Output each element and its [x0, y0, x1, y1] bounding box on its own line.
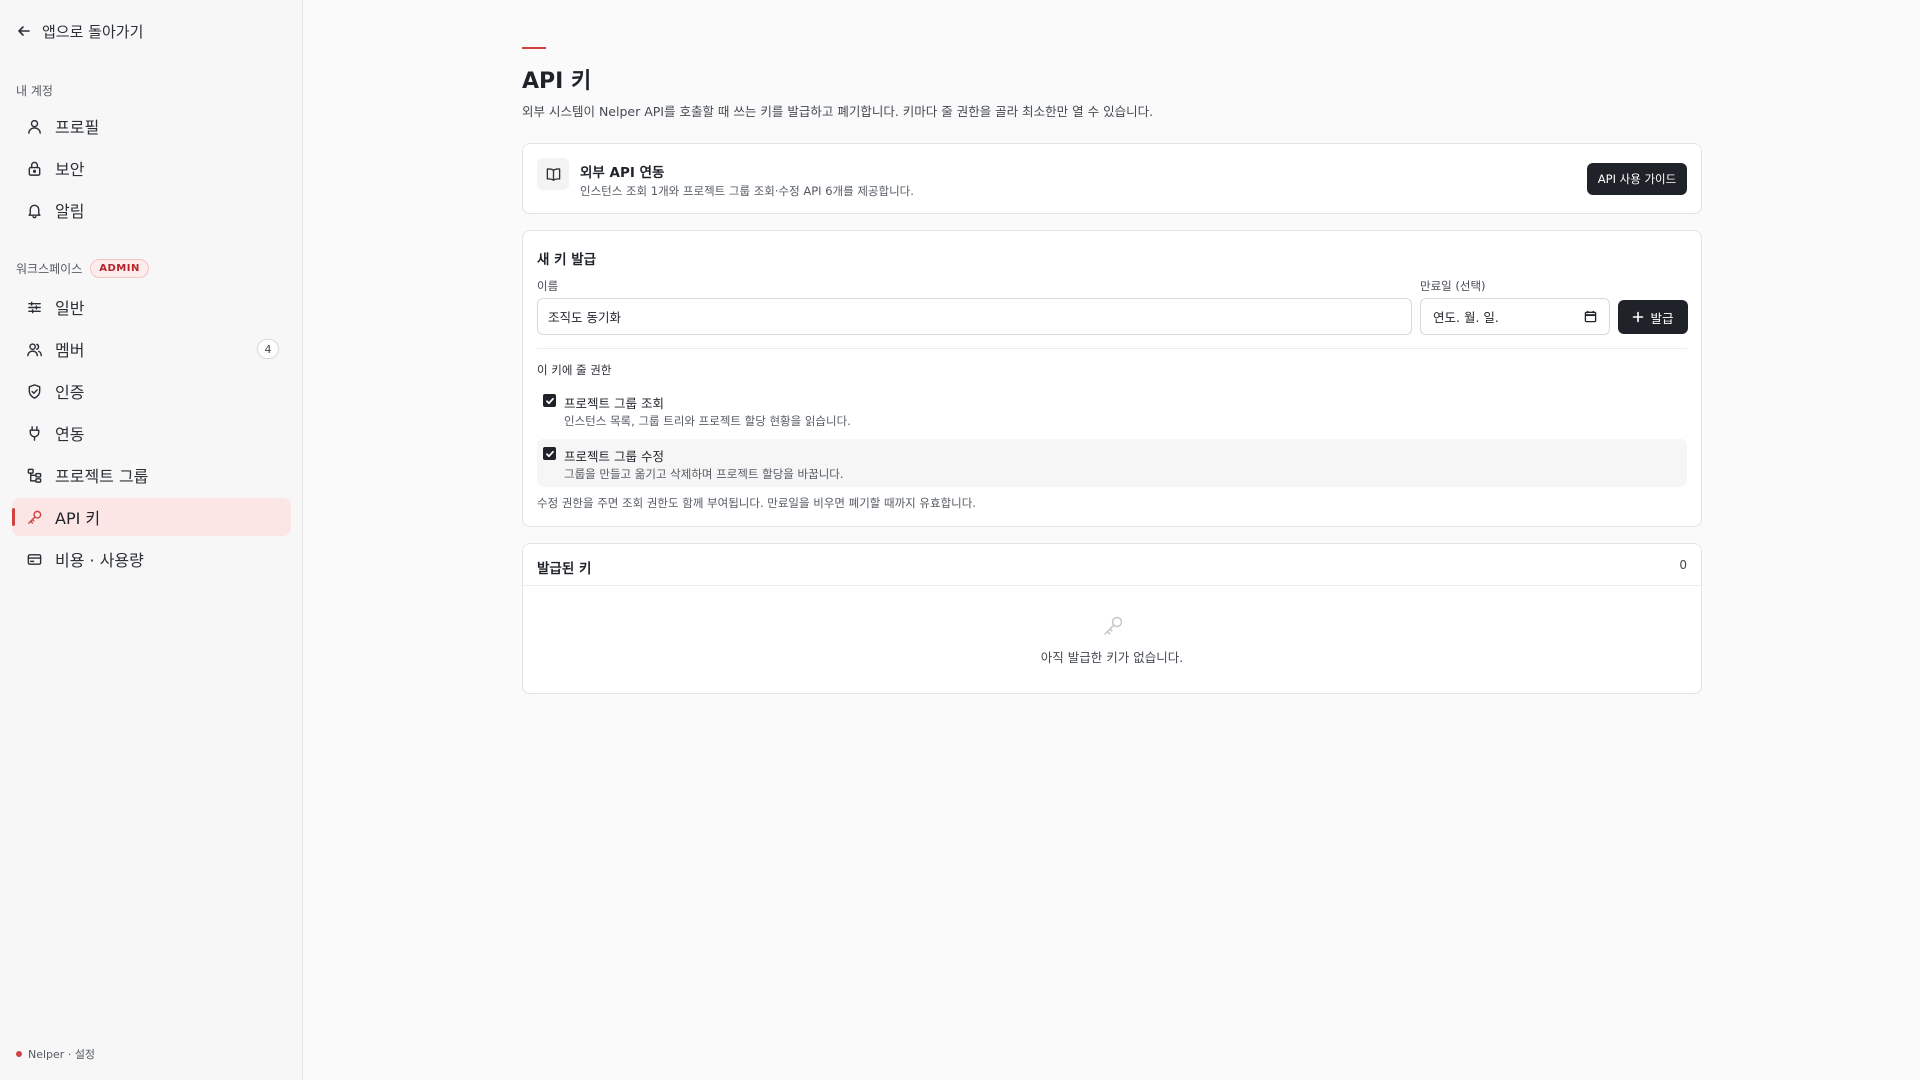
sidebar-item-label: 비용 · 사용량	[55, 551, 144, 570]
sidebar-item-api-keys[interactable]: API 키	[12, 498, 291, 536]
api-guide-card: 외부 API 연동 인스턴스 조회 1개와 프로젝트 그룹 조회·수정 API …	[522, 143, 1702, 214]
sidebar-item-label: 일반	[55, 299, 85, 318]
plug-icon	[29, 425, 40, 441]
sidebar-item-security[interactable]: 보안	[12, 149, 291, 187]
section-divider	[537, 348, 1687, 349]
card-icon	[27, 553, 42, 565]
account-section-text: 내 계정	[16, 84, 53, 98]
user-icon	[28, 119, 41, 134]
permission-title: 프로젝트 그룹 조회	[564, 396, 664, 411]
permission-read-checkbox[interactable]	[543, 394, 556, 407]
new-key-card: 새 키 발급 이름 만료일 (선택) 연도. 월. 일. 발급 이 키에 줄 권…	[522, 230, 1702, 527]
sidebar-item-auth[interactable]: 인증	[12, 372, 291, 410]
shield-icon	[28, 383, 41, 399]
empty-state-text: 아직 발급한 키가 없습니다.	[1040, 650, 1184, 665]
issued-keys-title: 발급된 키	[537, 561, 592, 577]
api-guide-button[interactable]: API 사용 가이드	[1587, 163, 1687, 195]
lock-icon	[28, 161, 41, 176]
sidebar-item-profile[interactable]: 프로필	[12, 107, 291, 145]
account-section-label: 내 계정	[16, 82, 53, 99]
permission-read-row[interactable]: 프로젝트 그룹 조회 인스턴스 목록, 그룹 트리와 프로젝트 할당 현황을 읽…	[537, 386, 1687, 434]
sidebar-item-project-groups[interactable]: 프로젝트 그룹	[12, 456, 291, 494]
page-description: 외부 시스템이 Nelper API를 호출할 때 쓰는 키를 발급하고 폐기합…	[522, 104, 1154, 119]
permission-title: 프로젝트 그룹 수정	[564, 449, 664, 464]
tree-icon	[27, 468, 42, 483]
sidebar-item-label: 프로젝트 그룹	[55, 467, 149, 486]
back-to-app-link[interactable]: 앱으로 돌아가기	[16, 19, 143, 43]
footer-label: Nelper · 설정	[28, 1048, 96, 1061]
calendar-icon[interactable]	[1584, 310, 1597, 323]
plus-icon	[1633, 311, 1644, 323]
sidebar-item-integrations[interactable]: 연동	[12, 414, 291, 452]
sidebar-item-label: 보안	[55, 160, 85, 179]
sidebar-item-members[interactable]: 멤버 4	[12, 330, 291, 368]
member-count-badge: 4	[257, 339, 279, 359]
back-label: 앱으로 돌아가기	[42, 22, 144, 41]
issued-keys-header: 발급된 키 0	[523, 544, 1701, 586]
settings-sidebar: 앱으로 돌아가기 내 계정 프로필 보안 알림 워크스페이스 ADMIN 일반 …	[0, 0, 303, 1080]
key-icon	[28, 510, 42, 524]
permission-description: 그룹을 만들고 옮기고 삭제하며 프로젝트 할당을 바꿉니다.	[564, 467, 844, 481]
bell-icon	[28, 204, 41, 218]
sidebar-item-label: 멤버	[55, 341, 85, 360]
workspace-section-label: 워크스페이스 ADMIN	[16, 259, 149, 278]
sidebar-item-label: 프로필	[55, 118, 100, 137]
workspace-section-text: 워크스페이스	[16, 262, 83, 276]
guide-description: 인스턴스 조회 1개와 프로젝트 그룹 조회·수정 API 6개를 제공합니다.	[580, 184, 914, 198]
sliders-icon	[28, 301, 41, 313]
issue-key-button[interactable]: 발급	[1618, 300, 1688, 334]
issued-keys-card: 발급된 키 0 아직 발급한 키가 없습니다.	[522, 543, 1702, 694]
check-icon	[545, 450, 554, 457]
sidebar-item-label: 연동	[55, 425, 85, 444]
brand-dot	[16, 1051, 22, 1057]
guide-title: 외부 API 연동	[580, 165, 665, 181]
expiry-field-label: 만료일 (선택)	[1420, 279, 1486, 293]
sidebar-item-label: 인증	[55, 383, 85, 402]
key-name-input[interactable]	[537, 298, 1412, 335]
name-field-label: 이름	[537, 279, 559, 293]
title-accent-line	[522, 47, 546, 49]
expiry-date-placeholder: 연도. 월. 일.	[1433, 310, 1499, 325]
permission-description: 인스턴스 목록, 그룹 트리와 프로젝트 할당 현황을 읽습니다.	[564, 414, 851, 428]
issued-keys-count: 0	[1679, 558, 1687, 572]
sidebar-item-label: API 키	[55, 509, 101, 528]
check-icon	[545, 397, 554, 404]
new-key-title: 새 키 발급	[537, 252, 597, 268]
sidebar-item-label: 알림	[55, 202, 85, 221]
expiry-date-input[interactable]: 연도. 월. 일.	[1420, 298, 1610, 335]
arrow-left-icon	[18, 26, 30, 36]
sidebar-footer: Nelper · 설정	[16, 1046, 95, 1062]
book-icon	[537, 158, 569, 190]
sidebar-item-general[interactable]: 일반	[12, 288, 291, 326]
sidebar-item-billing[interactable]: 비용 · 사용량	[12, 540, 291, 578]
sidebar-item-notifications[interactable]: 알림	[12, 191, 291, 229]
permission-note: 수정 권한을 주면 조회 권한도 함께 부여됩니다. 만료일을 비우면 폐기할 …	[537, 496, 976, 510]
key-icon	[1104, 616, 1123, 635]
admin-badge: ADMIN	[90, 259, 149, 278]
page-title: API 키	[522, 69, 592, 94]
permission-write-checkbox[interactable]	[543, 447, 556, 460]
permissions-label: 이 키에 줄 권한	[537, 363, 612, 377]
issue-button-label: 발급	[1650, 310, 1674, 326]
permission-write-row[interactable]: 프로젝트 그룹 수정 그룹을 만들고 옮기고 삭제하며 프로젝트 할당을 바꿉니…	[537, 439, 1687, 487]
users-icon	[27, 342, 42, 356]
